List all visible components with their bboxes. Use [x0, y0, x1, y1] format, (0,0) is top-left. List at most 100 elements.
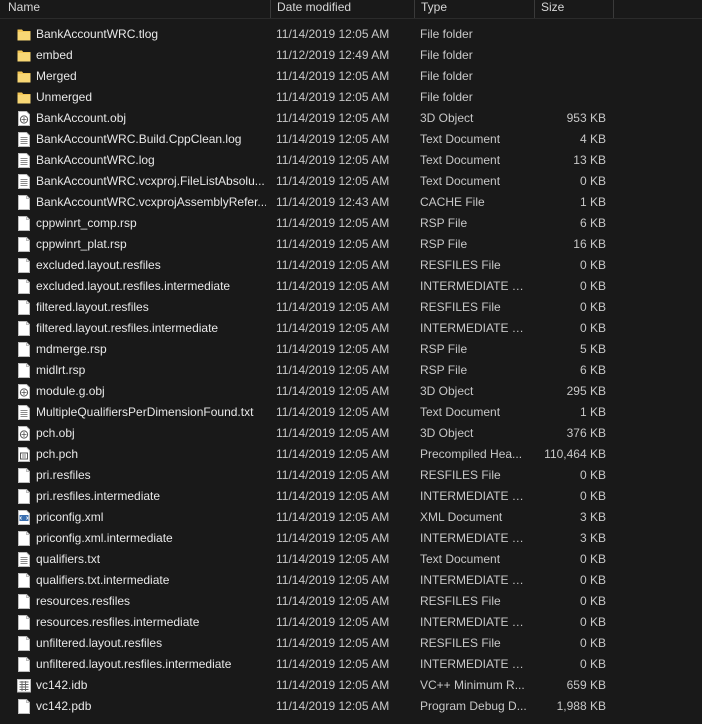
file-row[interactable]: excluded.layout.resfiles 11/14/2019 12:05…	[0, 255, 702, 276]
file-name: filtered.layout.resfiles	[36, 300, 149, 314]
file-row[interactable]: pri.resfiles 11/14/2019 12:05 AM RESFILES …	[0, 465, 702, 486]
file-row[interactable]: vc142.idb 11/14/2019 12:05 AM VC++ Minimum…	[0, 675, 702, 696]
file-row[interactable]: Unmerged 11/14/2019 12:05 AM File folder	[0, 87, 702, 108]
file-row[interactable]: cppwinrt_comp.rsp 11/14/2019 12:05 AM RSP …	[0, 213, 702, 234]
file-row[interactable]: module.g.obj 11/14/2019 12:05 AM 3D Object…	[0, 381, 702, 402]
date-modified: 11/14/2019 12:05 AM	[276, 594, 390, 608]
file-type: Text Document	[420, 552, 501, 566]
date-modified: 11/14/2019 12:05 AM	[276, 468, 390, 482]
date-modified: 11/14/2019 12:05 AM	[276, 657, 390, 671]
file-row[interactable]: vc142.pdb 11/14/2019 12:05 AM Program Debu…	[0, 696, 702, 717]
file-row[interactable]: embed 11/12/2019 12:49 AM File folder	[0, 45, 702, 66]
file-size: 0 KB	[579, 468, 606, 482]
file-size: 0 KB	[579, 258, 606, 272]
date-modified: 11/14/2019 12:05 AM	[276, 363, 390, 377]
column-header-name[interactable]: Name	[8, 0, 270, 18]
file-type: RESFILES File	[420, 300, 501, 314]
file-size: 6 KB	[579, 363, 606, 377]
file-size: 1,988 KB	[556, 699, 606, 713]
file-list: BankAccountWRC.tlog 11/14/2019 12:05 AM Fi…	[0, 24, 702, 717]
file-row[interactable]: qualifiers.txt.intermediate 11/14/2019 12…	[0, 570, 702, 591]
file-row[interactable]: unfiltered.layout.resfiles 11/14/2019 12:…	[0, 633, 702, 654]
date-modified: 11/14/2019 12:05 AM	[276, 615, 390, 629]
date-modified: 11/14/2019 12:05 AM	[276, 132, 390, 146]
file-row[interactable]: resources.resfiles 11/14/2019 12:05 AM RES…	[0, 591, 702, 612]
file-row[interactable]: excluded.layout.resfiles.intermediate 11/…	[0, 276, 702, 297]
file-row[interactable]: filtered.layout.resfiles 11/14/2019 12:05…	[0, 297, 702, 318]
file-type: INTERMEDIATE File	[420, 657, 530, 671]
column-header: Name Date modified Type Size	[0, 0, 702, 19]
file-type: INTERMEDIATE File	[420, 615, 530, 629]
file-row[interactable]: mdmerge.rsp 11/14/2019 12:05 AM RSP File 5 …	[0, 339, 702, 360]
3d-object-icon	[17, 111, 31, 126]
date-modified: 11/14/2019 12:05 AM	[276, 153, 390, 167]
file-name: excluded.layout.resfiles	[36, 258, 161, 272]
file-row[interactable]: priconfig.xml 11/14/2019 12:05 AM XML Docu…	[0, 507, 702, 528]
file-row[interactable]: cppwinrt_plat.rsp 11/14/2019 12:05 AM RSP …	[0, 234, 702, 255]
file-row[interactable]: pri.resfiles.intermediate 11/14/2019 12:0…	[0, 486, 702, 507]
file-row[interactable]: BankAccountWRC.log 11/14/2019 12:05 AM Tex…	[0, 150, 702, 171]
file-row[interactable]: BankAccountWRC.vcxprojAssemblyRefer... 11…	[0, 192, 702, 213]
date-modified: 11/14/2019 12:05 AM	[276, 237, 390, 251]
file-row[interactable]: pch.pch 11/14/2019 12:05 AM Precompiled He…	[0, 444, 702, 465]
file-icon	[17, 216, 31, 231]
file-name: filtered.layout.resfiles.intermediate	[36, 321, 219, 335]
file-row[interactable]: BankAccount.obj 11/14/2019 12:05 AM 3D Obj…	[0, 108, 702, 129]
file-row[interactable]: midlrt.rsp 11/14/2019 12:05 AM RSP File 6 K…	[0, 360, 702, 381]
file-icon	[17, 300, 31, 315]
file-type: 3D Object	[420, 426, 474, 440]
file-size: 0 KB	[579, 300, 606, 314]
file-name: vc142.pdb	[36, 699, 92, 713]
file-name: vc142.idb	[36, 678, 88, 692]
file-row[interactable]: qualifiers.txt 11/14/2019 12:05 AM Text Do…	[0, 549, 702, 570]
file-row[interactable]: unfiltered.layout.resfiles.intermediate 1…	[0, 654, 702, 675]
file-name: pch.pch	[36, 447, 79, 461]
file-row[interactable]: BankAccountWRC.tlog 11/14/2019 12:05 AM Fi…	[0, 24, 702, 45]
file-name: qualifiers.txt.intermediate	[36, 573, 170, 587]
file-type: VC++ Minimum R...	[420, 678, 525, 692]
column-header-type[interactable]: Type	[414, 0, 534, 18]
folder-icon	[17, 48, 31, 63]
file-size: 0 KB	[579, 174, 606, 188]
column-header-size[interactable]: Size	[534, 0, 614, 18]
file-row[interactable]: BankAccountWRC.Build.CppClean.log 11/14/2…	[0, 129, 702, 150]
file-row[interactable]: pch.obj 11/14/2019 12:05 AM 3D Object 376 K…	[0, 423, 702, 444]
file-icon	[17, 258, 31, 273]
text-document-icon	[17, 552, 31, 567]
file-icon	[17, 489, 31, 504]
file-icon	[17, 636, 31, 651]
file-name: Merged	[36, 69, 77, 83]
file-name: Unmerged	[36, 90, 93, 104]
file-row[interactable]: Merged 11/14/2019 12:05 AM File folder	[0, 66, 702, 87]
date-modified: 11/14/2019 12:05 AM	[276, 699, 390, 713]
date-modified: 11/14/2019 12:05 AM	[276, 279, 390, 293]
file-size: 0 KB	[579, 594, 606, 608]
file-row[interactable]: resources.resfiles.intermediate 11/14/201…	[0, 612, 702, 633]
file-name: mdmerge.rsp	[36, 342, 107, 356]
file-size: 3 KB	[579, 531, 606, 545]
file-name: BankAccountWRC.Build.CppClean.log	[36, 132, 242, 146]
file-size: 110,464 KB	[544, 447, 606, 461]
file-icon	[17, 321, 31, 336]
date-modified: 11/14/2019 12:05 AM	[276, 69, 390, 83]
file-row[interactable]: priconfig.xml.intermediate 11/14/2019 12:…	[0, 528, 702, 549]
file-type: INTERMEDIATE File	[420, 573, 530, 587]
file-row[interactable]: filtered.layout.resfiles.intermediate 11/…	[0, 318, 702, 339]
3d-object-icon	[17, 426, 31, 441]
file-icon	[17, 468, 31, 483]
date-modified: 11/14/2019 12:05 AM	[276, 258, 390, 272]
file-name: unfiltered.layout.resfiles	[36, 636, 163, 650]
date-modified: 11/14/2019 12:05 AM	[276, 531, 390, 545]
date-modified: 11/14/2019 12:05 AM	[276, 573, 390, 587]
column-header-date-modified[interactable]: Date modified	[270, 0, 414, 18]
file-type: RSP File	[420, 237, 468, 251]
file-type: Text Document	[420, 153, 501, 167]
file-row[interactable]: BankAccountWRC.vcxproj.FileListAbsolu...…	[0, 171, 702, 192]
file-name: pri.resfiles.intermediate	[36, 489, 161, 503]
file-type: File folder	[420, 69, 473, 83]
date-modified: 11/14/2019 12:05 AM	[276, 405, 390, 419]
date-modified: 11/14/2019 12:05 AM	[276, 27, 390, 41]
file-icon	[17, 699, 31, 714]
file-row[interactable]: MultipleQualifiersPerDimensionFound.txt 1…	[0, 402, 702, 423]
file-name: pch.obj	[36, 426, 75, 440]
